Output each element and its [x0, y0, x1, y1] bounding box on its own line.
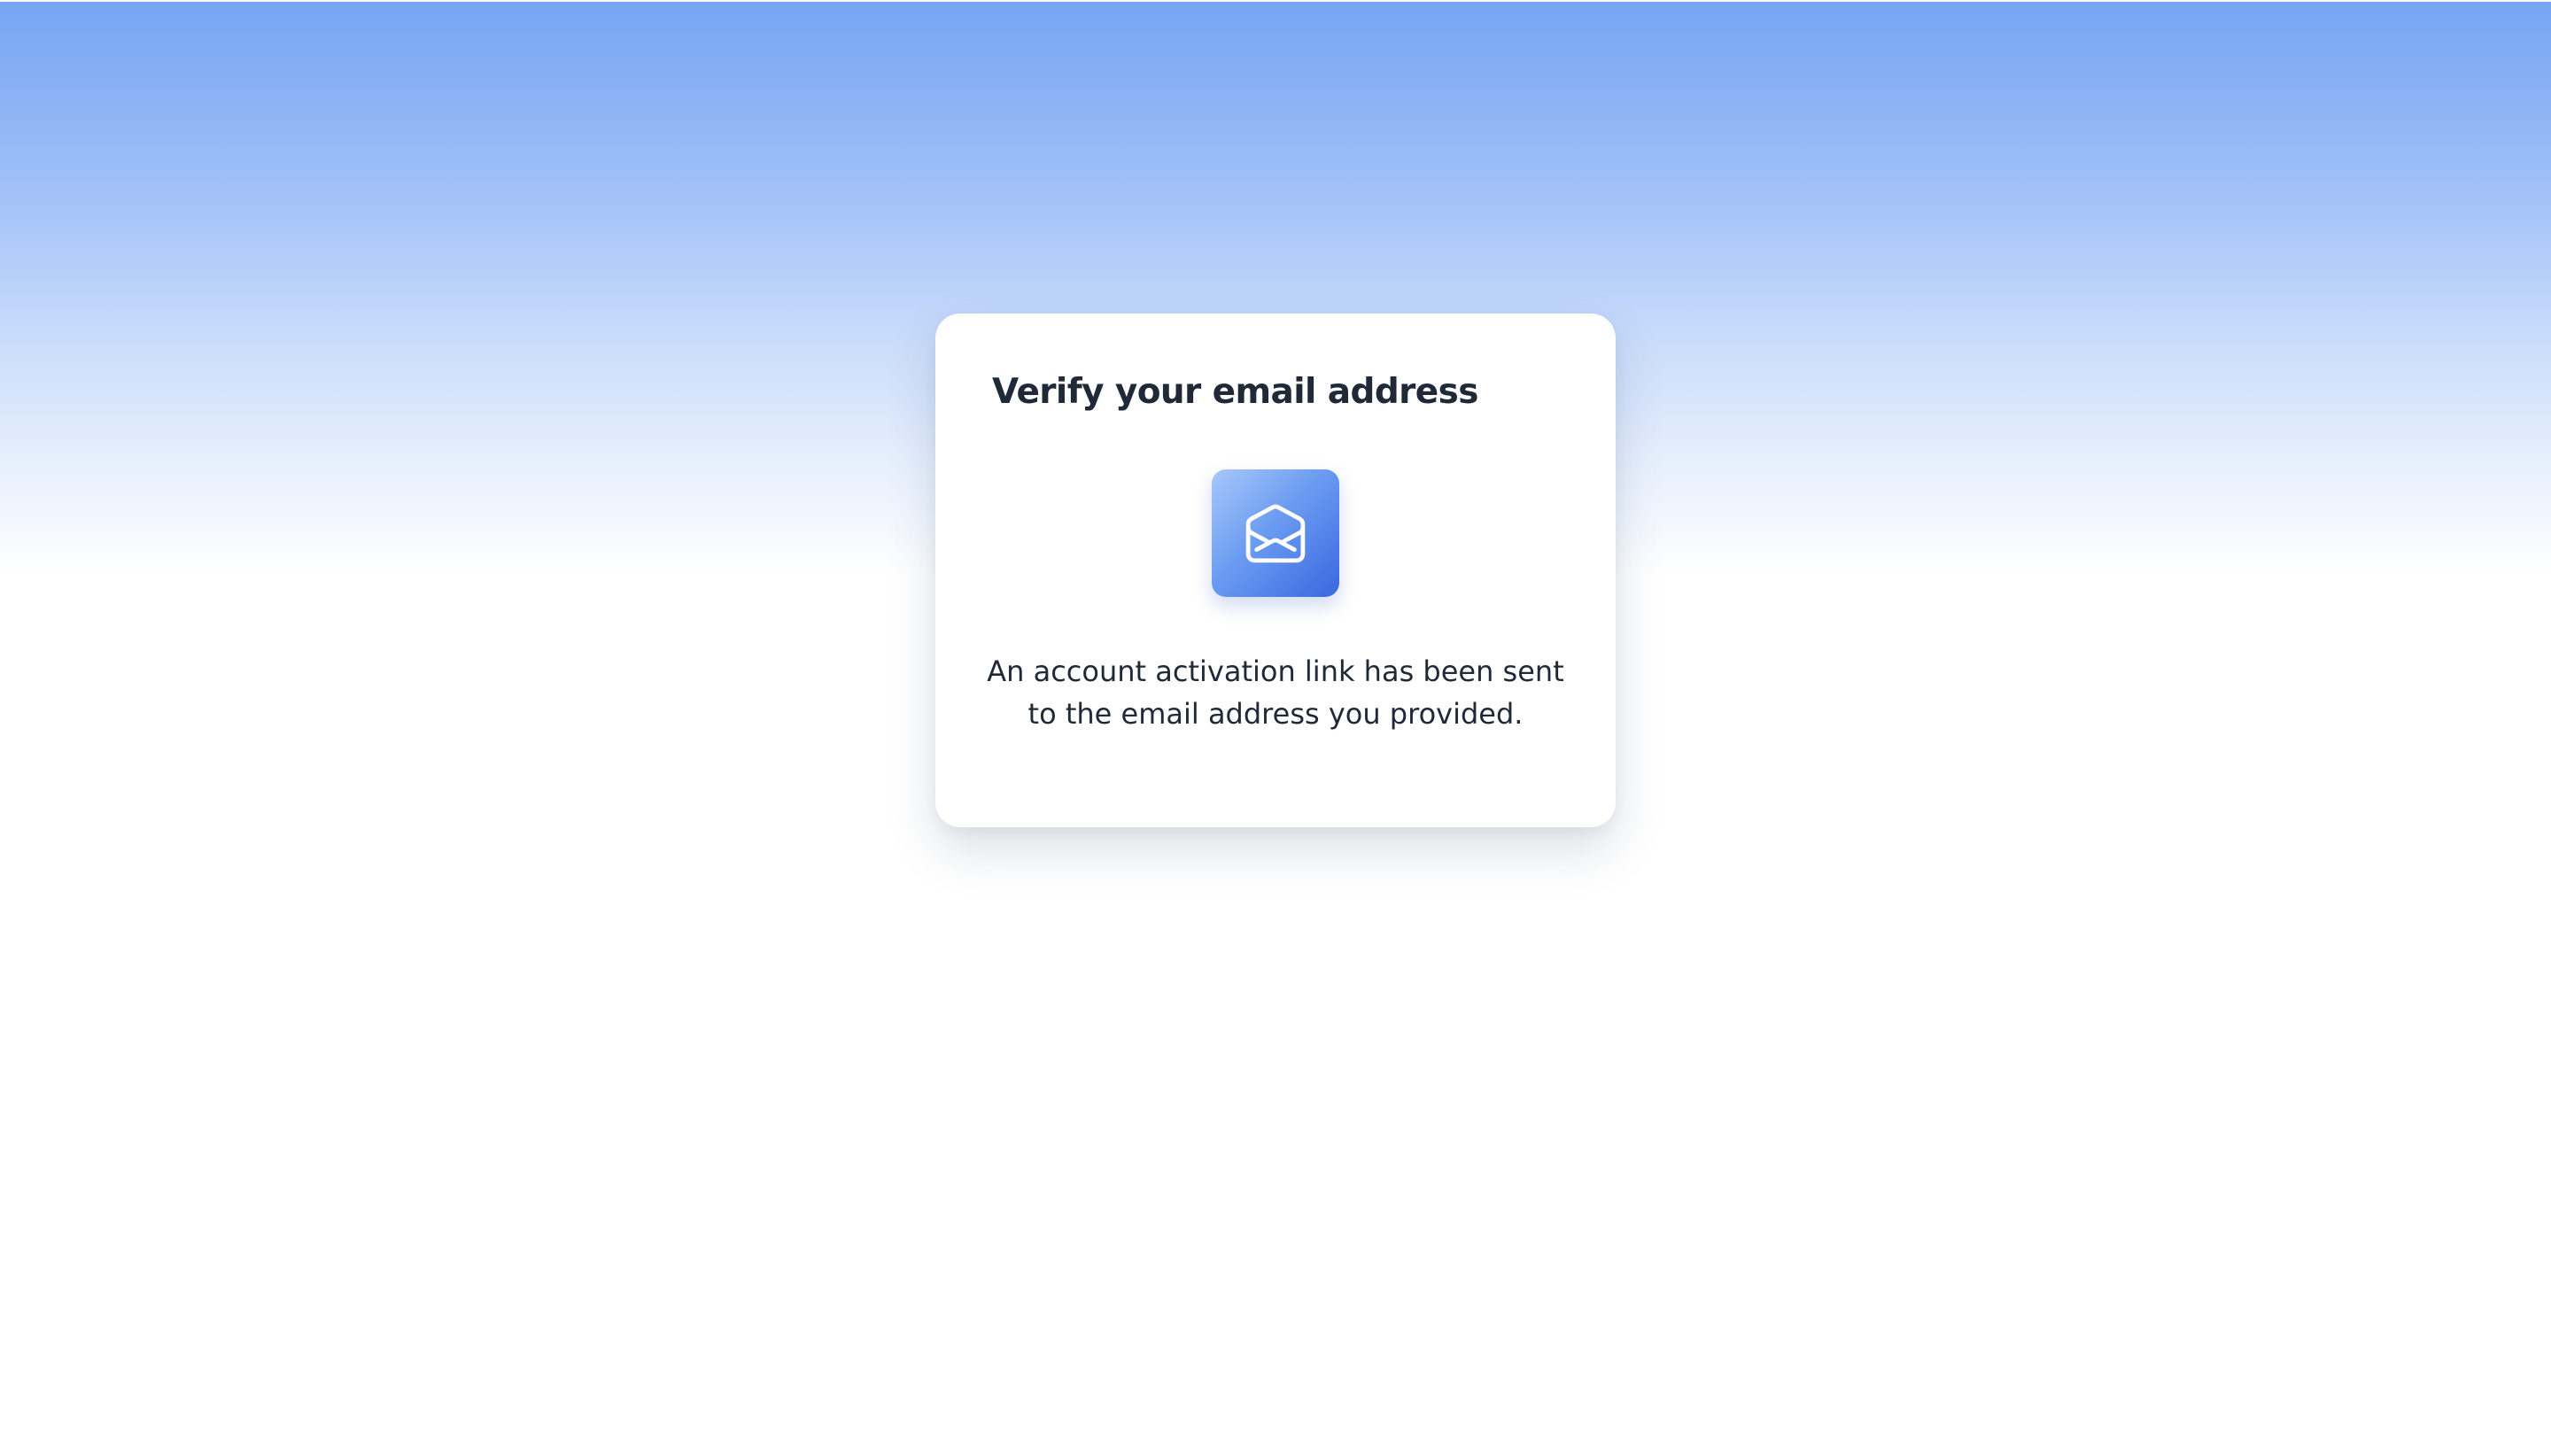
card-title: Verify your email address [992, 372, 1478, 412]
envelope-open-icon [1245, 504, 1306, 563]
verification-card: Verify your email address An account act… [935, 314, 1616, 827]
activation-message: An account activation link has been sent… [987, 654, 1564, 731]
email-icon-tile [1212, 469, 1339, 597]
